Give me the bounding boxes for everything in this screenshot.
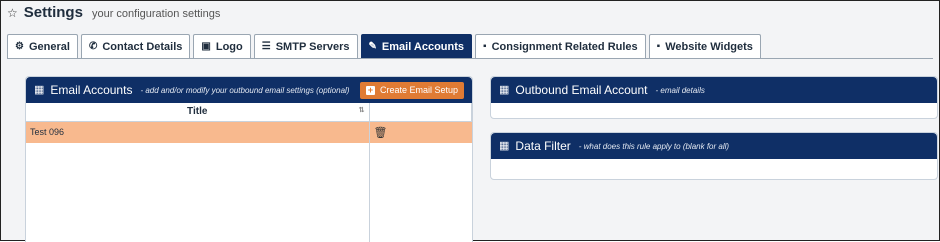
tab-email-accounts[interactable]: ✎ Email Accounts [360, 34, 473, 58]
tab-divider [7, 58, 933, 59]
table-icon: ▦ [34, 83, 45, 96]
table-icon: ▦ [499, 83, 510, 96]
app-frame: ☆ Settings your configuration settings ⚙… [0, 0, 940, 242]
tab-label: General [28, 40, 70, 53]
column-divider [369, 139, 370, 242]
column-header-title[interactable]: Title ⇅ [26, 103, 370, 122]
tab-consignment-related-rules[interactable]: ▪ Consignment Related Rules [475, 34, 646, 58]
outbound-email-header: ▦ Outbound Email Account - email details [491, 77, 937, 103]
tab-website-widgets[interactable]: ▪ Website Widgets [648, 34, 761, 58]
document-icon: ▪ [483, 40, 487, 52]
tab-contact-details[interactable]: ✆ Contact Details [80, 34, 191, 58]
tab-label: Consignment Related Rules [491, 40, 638, 53]
paperclip-icon: ✎ [368, 40, 377, 52]
row-actions: 🗑 [369, 121, 472, 143]
table-row[interactable]: Test 096 🗑 [26, 121, 472, 143]
panel-description: - email details [655, 85, 705, 95]
email-accounts-header: ▦ Email Accounts - add and/or modify you… [26, 77, 472, 103]
tab-label: SMTP Servers [275, 40, 350, 53]
tab-label: Email Accounts [381, 40, 465, 53]
phone-icon: ✆ [88, 40, 98, 52]
panel-title: Email Accounts [50, 83, 133, 97]
document-icon: ▪ [656, 40, 661, 52]
tab-label: Contact Details [102, 40, 183, 53]
data-filter-panel: ▦ Data Filter - what does this rule appl… [490, 132, 938, 180]
trash-icon[interactable]: 🗑 [374, 127, 388, 139]
star-icon[interactable]: ☆ [7, 6, 18, 20]
tab-general[interactable]: ⚙ General [7, 34, 78, 58]
tab-label: Website Widgets [665, 40, 753, 53]
data-filter-header: ▦ Data Filter - what does this rule appl… [491, 133, 937, 159]
page-title: Settings [23, 4, 83, 21]
email-accounts-panel: ▦ Email Accounts - add and/or modify you… [25, 76, 473, 242]
tab-smtp-servers[interactable]: ☰ SMTP Servers [253, 34, 358, 58]
panel-description: - what does this rule apply to (blank fo… [578, 141, 730, 151]
page-header: ☆ Settings your configuration settings [7, 4, 220, 24]
button-label: Create Email Setup [379, 85, 458, 95]
plus-icon: + [365, 84, 375, 95]
server-icon: ☰ [261, 40, 271, 52]
outbound-email-panel: ▦ Outbound Email Account - email details [490, 76, 938, 119]
table-icon: ▦ [499, 139, 510, 152]
create-email-setup-button[interactable]: + Create Email Setup [359, 81, 464, 99]
row-title[interactable]: Test 096 [26, 121, 370, 143]
settings-tabs: ⚙ General ✆ Contact Details ▣ Logo ☰ SMT… [7, 34, 761, 58]
page-subtitle: your configuration settings [91, 8, 221, 20]
column-label: Title [187, 106, 208, 118]
email-accounts-table: Title ⇅ Test 096 🗑 [26, 103, 472, 143]
panel-title: Data Filter [515, 139, 571, 153]
sort-icon[interactable]: ⇅ [359, 106, 365, 114]
gear-icon: ⚙ [15, 40, 24, 52]
tab-logo[interactable]: ▣ Logo [193, 34, 251, 58]
panel-title: Outbound Email Account [515, 83, 648, 97]
panel-description: - add and/or modify your outbound email … [140, 85, 350, 95]
column-header-actions [369, 103, 472, 122]
image-icon: ▣ [201, 40, 211, 52]
tab-label: Logo [215, 40, 243, 53]
